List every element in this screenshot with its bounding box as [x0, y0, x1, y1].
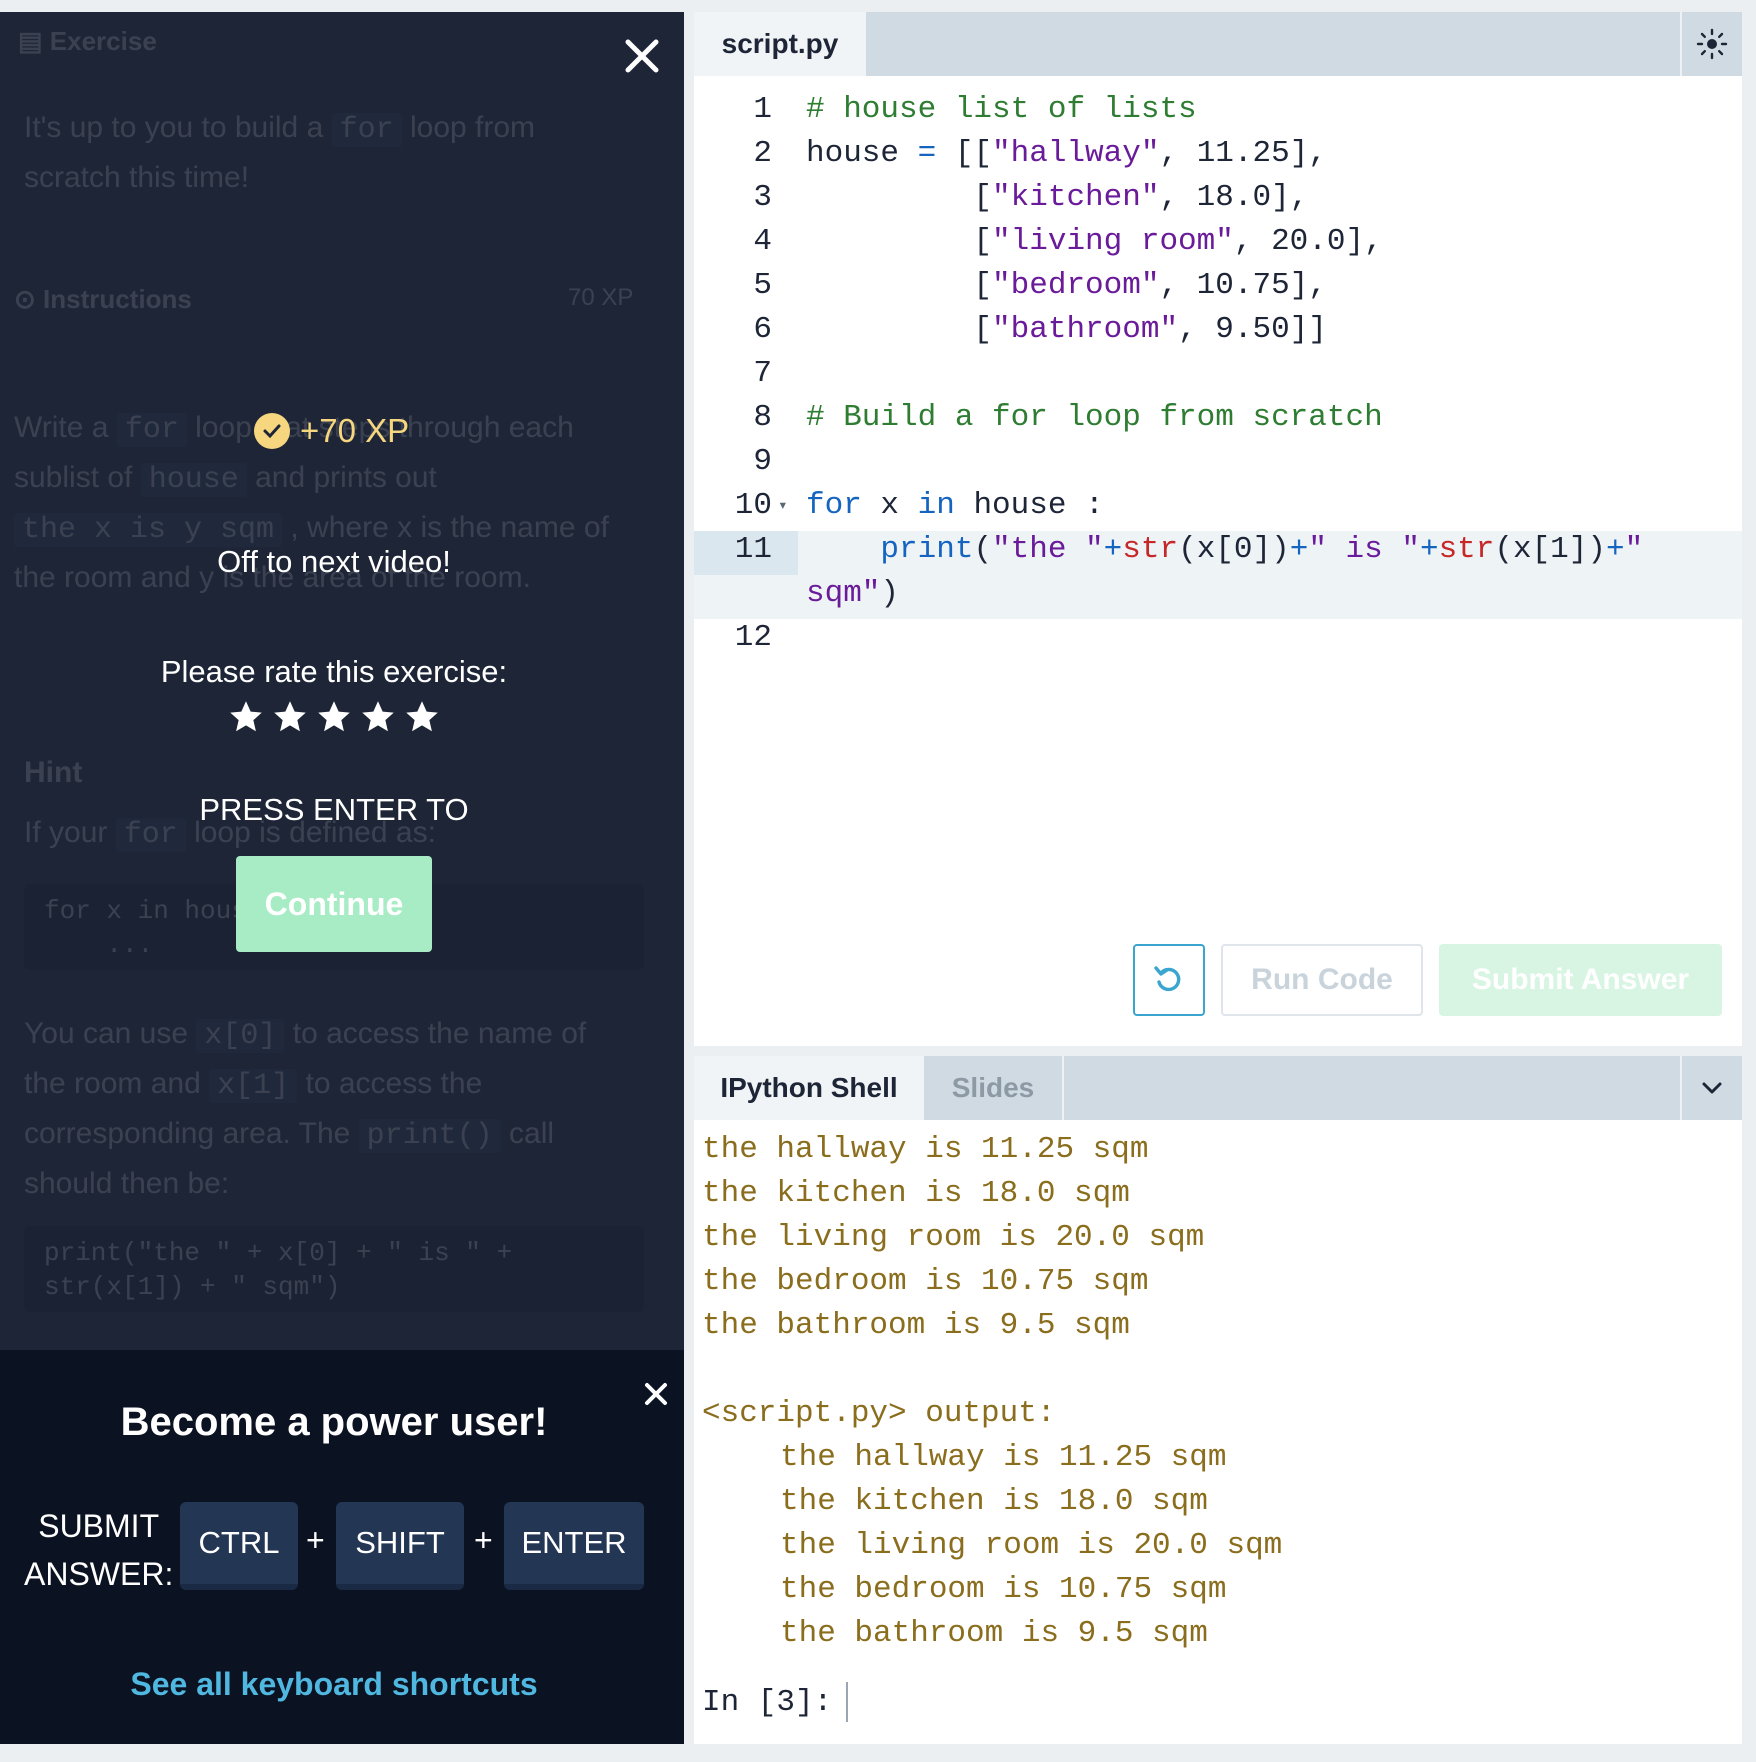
code-line: 2 house = [["hallway", 11.25], — [753, 136, 1327, 171]
shell-input[interactable] — [846, 1682, 1147, 1722]
star-icon-5[interactable] — [404, 699, 440, 735]
press-enter-text: PRESS ENTER TO — [199, 792, 469, 827]
next-video-text: Off to next video! — [217, 544, 451, 579]
rating-stars — [228, 699, 440, 735]
key-ctrl: CTRL — [180, 1502, 298, 1590]
shell-tab-bar: IPython Shell Slides — [694, 1056, 1742, 1120]
keyboard-shortcuts-link[interactable]: See all keyboard shortcuts — [0, 1666, 668, 1703]
code-line-wrap: sqm") — [806, 576, 900, 611]
star-icon-4[interactable] — [360, 699, 396, 735]
shell-prompt: In [3]: — [702, 1684, 833, 1720]
xp-gained-row: +70 XP — [254, 412, 409, 450]
tab-script-py[interactable]: script.py — [694, 12, 866, 76]
tab-ipython-shell[interactable]: IPython Shell — [694, 1056, 924, 1120]
code-line: 1 # house list of lists — [753, 92, 1197, 127]
exercise-panel: ▤ Exercise It's up to you to build a for… — [0, 12, 684, 1744]
code-line: 5 ["bedroom", 10.75], — [753, 268, 1327, 303]
continue-button[interactable]: Continue — [236, 856, 432, 952]
code-line: 8 # Build a for loop from scratch — [753, 400, 1383, 435]
code-line: 3 ["kitchen", 18.0], — [753, 180, 1309, 215]
close-icon[interactable] — [620, 34, 664, 78]
power-user-title: Become a power user! — [120, 1400, 548, 1444]
tab-slides[interactable]: Slides — [924, 1056, 1064, 1120]
run-code-button[interactable]: Run Code — [1221, 944, 1423, 1016]
xp-modal: +70 XP Off to next video! Please rate th… — [0, 12, 684, 1350]
star-icon-2[interactable] — [272, 699, 308, 735]
reset-icon[interactable] — [1133, 944, 1205, 1016]
code-line: 7 — [753, 356, 772, 391]
sun-icon[interactable] — [1680, 12, 1742, 76]
shell-prompt-row: In [3]: — [702, 1682, 1147, 1722]
check-icon — [254, 413, 290, 449]
code-line: 11 print("the "+str(x[0])+" is "+str(x[1… — [734, 532, 1644, 567]
editor-tab-bar: script.py — [694, 12, 1742, 76]
code-line: 4 ["living room", 20.0], — [753, 224, 1383, 259]
submit-answer-label: SUBMIT ANSWER: — [24, 1508, 174, 1592]
star-icon-3[interactable] — [316, 699, 352, 735]
plus-sign: + — [306, 1522, 325, 1558]
code-line: 10 ▾ for x in house : — [694, 484, 1742, 528]
chevron-down-icon[interactable] — [1680, 1056, 1742, 1120]
code-line: 12 — [734, 620, 772, 655]
code-line: 9 — [753, 444, 772, 479]
rate-prompt: Please rate this exercise: — [160, 654, 508, 689]
code-editor-panel: script.py 1 # house list of lists 2 house … — [694, 12, 1742, 1046]
ipython-shell-panel: IPython Shell Slides the hallway is 11.2… — [694, 1056, 1742, 1744]
star-icon-1[interactable] — [228, 699, 264, 735]
fold-arrow-icon[interactable]: ▾ — [778, 484, 788, 528]
shell-output: the hallway is 11.25 sqm the kitchen is 1… — [702, 1132, 1283, 1651]
submit-answer-button[interactable]: Submit Answer — [1439, 944, 1722, 1016]
power-user-panel: Become a power user! SUBMIT ANSWER: CTRL… — [0, 1350, 684, 1744]
xp-gained-text: +70 XP — [300, 412, 410, 449]
plus-sign: + — [474, 1522, 493, 1558]
key-enter: ENTER — [504, 1502, 644, 1590]
key-shift: SHIFT — [336, 1502, 464, 1590]
code-line: 6 ["bathroom", 9.50]] — [753, 312, 1327, 347]
